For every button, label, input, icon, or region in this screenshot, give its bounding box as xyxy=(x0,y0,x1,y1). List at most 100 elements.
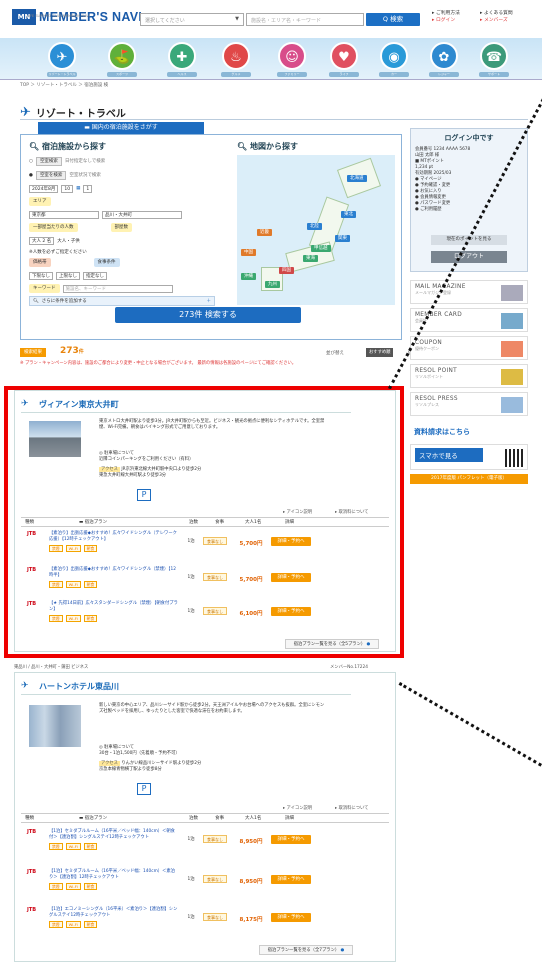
family-icon[interactable]: ☺ xyxy=(278,42,306,70)
nav-label[interactable]: スポーツ xyxy=(107,72,137,77)
banner-brochure[interactable]: 資料請求はこちら xyxy=(410,420,528,440)
search-button[interactable]: Q 検索 xyxy=(366,13,420,26)
japan-map[interactable]: 北海道 東北 北陸 関東 甲信越 東海 近畿 中国 四国 九州 沖縄 xyxy=(237,155,395,305)
nav-label[interactable]: グルメ xyxy=(221,72,251,77)
plan-price: 8,175円 xyxy=(239,917,263,923)
category-select[interactable]: 選択してください ▼ xyxy=(140,13,244,26)
region-hokkaido[interactable]: 北海道 xyxy=(347,175,367,182)
tab-domestic-hotels[interactable]: ▬ 国内の宿泊施設をさがす xyxy=(38,122,204,134)
login-info: 会員番号 1234 AAAA 5678 山田 太郎 様 ■ MTポイント 1,234… xyxy=(415,147,471,212)
breadcrumb[interactable]: TOP ＞ リゾート・トラベル ＞ 宿泊施設 検 xyxy=(20,82,108,88)
plan-title[interactable]: 【1泊】エコノミーシングル（16平米）＜素泊り＞【連泊割】シングルステイ12時チ… xyxy=(49,907,179,928)
result-label: 検索結果 xyxy=(20,348,46,357)
nav-label[interactable]: リゾート・トラベル xyxy=(47,72,77,77)
banner-resol-press[interactable]: RESOL PRESS リソルプレス xyxy=(410,392,528,416)
usage-link[interactable]: ▸ ご利用方法 xyxy=(432,10,460,17)
facility-icon[interactable]: P xyxy=(137,783,151,795)
area-select[interactable]: 東京都 xyxy=(29,210,99,219)
sort-label: 並び替え xyxy=(326,351,344,356)
more-plans-button[interactable]: 宿泊プラン一覧を見る（全7プラン） ● xyxy=(259,945,353,955)
members-link[interactable]: ▸ メンバーズ xyxy=(480,17,513,24)
banner-resol-point[interactable]: RESOL POINT リソルポイント xyxy=(410,364,528,388)
keyword-row: キーワード 施設名、キーワード xyxy=(29,283,215,294)
nav-label[interactable]: サポート xyxy=(479,72,509,77)
hotel-parking-note: ◎ 駐車場について 30台・1泊1,500円（先着順・予約不可） xyxy=(99,745,180,756)
banner-mail-magazine[interactable]: MAIL MAGAZINE メールマガジン登録 xyxy=(410,280,528,304)
form-keyword-input[interactable]: 施設名、キーワード xyxy=(62,284,173,293)
support-icon[interactable]: ☎ xyxy=(480,42,508,70)
budget-label: 価格帯 xyxy=(29,258,51,267)
cancel-fee-link[interactable]: ▸ 取消料について xyxy=(335,805,368,811)
nav-label[interactable]: ファミリー xyxy=(277,72,307,77)
month-select[interactable]: 2024年8月 xyxy=(29,184,59,193)
region-kanto[interactable]: 関東 xyxy=(335,235,350,242)
header: MN MEMBER'S NAVI LIFE SUPPORT CLUB MEMBE… xyxy=(0,0,542,38)
food-icon[interactable]: ♨ xyxy=(222,42,250,70)
radio-search[interactable]: ● xyxy=(29,173,33,178)
region-chugoku[interactable]: 中国 xyxy=(241,249,256,256)
more-conditions[interactable]: 🔍︎ さらに条件を追加する ＋ xyxy=(29,296,215,306)
budget-min-select[interactable]: 下限なし xyxy=(29,271,53,280)
calendar-icon[interactable]: ▦ xyxy=(76,186,80,191)
region-okinawa[interactable]: 沖縄 xyxy=(241,273,256,280)
plan-title[interactable]: 【1泊】セミダブルルーム（16平米／ベッド幅：140cm）＜素泊り＞【連泊割】1… xyxy=(49,869,179,890)
search-submit-button[interactable]: 273件 検索する xyxy=(115,307,301,323)
reserve-button[interactable]: 詳細・予約へ xyxy=(271,875,311,884)
subarea-select[interactable]: 品川・大井町 xyxy=(102,210,182,219)
pamphlet-banner[interactable]: 2017年度版 パンフレット（電子版） xyxy=(410,474,528,484)
mode-row-2: ● 空室を検索 空室状況で検索 xyxy=(29,169,215,181)
day-select[interactable]: 10 xyxy=(61,184,74,193)
login-panel: ログイン中です 会員番号 1234 AAAA 5678 山田 太郎 様 ■ MTポ… xyxy=(410,128,528,272)
banner-coupon[interactable]: COUPON 優待クーポン xyxy=(410,336,528,360)
sort-recommended[interactable]: おすすめ順 xyxy=(366,348,394,357)
reserve-button[interactable]: 詳細・予約へ xyxy=(271,913,311,922)
jtb-logo: JTB xyxy=(27,869,37,875)
heart-icon[interactable]: ♥ xyxy=(330,42,358,70)
region-kyushu[interactable]: 九州 xyxy=(265,281,280,288)
banner-smartphone[interactable]: スマホで見る xyxy=(410,444,528,470)
region-koshinetsu[interactable]: 甲信越 xyxy=(311,245,331,252)
ferris-icon[interactable]: ✿ xyxy=(430,42,458,70)
keyword-input[interactable]: 施設名・エリア名・キーワード xyxy=(246,13,364,26)
plan-title[interactable]: 【1泊】セミダブルルーム（16平米／ベッド幅：140cm）＜朝食付＞【連泊割】シ… xyxy=(49,829,179,850)
mail-icon xyxy=(501,285,523,301)
nav-label[interactable]: ヘルス xyxy=(167,72,197,77)
plan-tags: 禁煙 Wi-Fi 朝食 xyxy=(49,883,179,890)
budget-max-select[interactable]: 上限なし xyxy=(56,271,80,280)
car-icon[interactable]: ◉ xyxy=(380,42,408,70)
hotel-title[interactable]: ✈ ハートンホテル東品川 xyxy=(21,681,351,695)
plane-icon: ✈ xyxy=(21,681,29,691)
nav-label[interactable]: カー xyxy=(379,72,409,77)
reserve-button[interactable]: 詳細・予約へ xyxy=(271,835,311,844)
health-icon[interactable]: ✚ xyxy=(168,42,196,70)
nights-select[interactable]: 1 xyxy=(83,184,93,193)
arrow-icon: ● xyxy=(340,948,345,953)
login-link[interactable]: ▸ ログイン xyxy=(432,17,460,24)
plane-icon[interactable]: ✈ xyxy=(48,42,76,70)
region-kinki[interactable]: 近畿 xyxy=(257,229,272,236)
mode-search-note: 空室状況で検索 xyxy=(69,173,101,178)
guests-select[interactable]: 大人 2 名 xyxy=(29,236,55,245)
chevron-down-icon: ▼ xyxy=(235,16,239,22)
plan-stay: 1泊 xyxy=(187,915,195,920)
nav-label[interactable]: レジャー xyxy=(429,72,459,77)
golf-icon[interactable]: ⛳ xyxy=(108,42,136,70)
region-shikoku[interactable]: 四国 xyxy=(279,267,294,274)
faq-link[interactable]: ▸ よくある質問 xyxy=(480,10,513,17)
region-tokai[interactable]: 東海 xyxy=(303,255,318,262)
logo-sub: LIFE SUPPORT CLUB MEMBERS NAVI xyxy=(27,14,90,18)
logout-button[interactable]: ログアウト xyxy=(431,251,507,263)
icon-help-link[interactable]: ▸ アイコン説明 xyxy=(283,805,312,811)
radio-vacancy[interactable]: ○ xyxy=(29,159,33,164)
hotel-photo[interactable] xyxy=(29,705,81,747)
region-hokuriku[interactable]: 北陸 xyxy=(307,223,322,230)
date-row: 2024年8月 10 ▦ 1 xyxy=(29,183,215,194)
meal-select[interactable]: 指定なし xyxy=(83,271,107,280)
region-tohoku[interactable]: 東北 xyxy=(341,211,356,218)
plan-table-header: 種類 ▬ 宿泊プラン 泊数 食事 大人1名 詳細 xyxy=(21,813,389,823)
qr-code-icon xyxy=(505,449,523,467)
search-panel: 🔍︎ 宿泊施設から探す 🔍︎ 地図から探す ○ 空室検索 日付指定なしで検索 ● 空… xyxy=(20,134,402,340)
search-icon: 🔍︎ xyxy=(237,142,248,151)
coupon-icon xyxy=(501,341,523,357)
nav-label[interactable]: ライフ xyxy=(329,72,359,77)
